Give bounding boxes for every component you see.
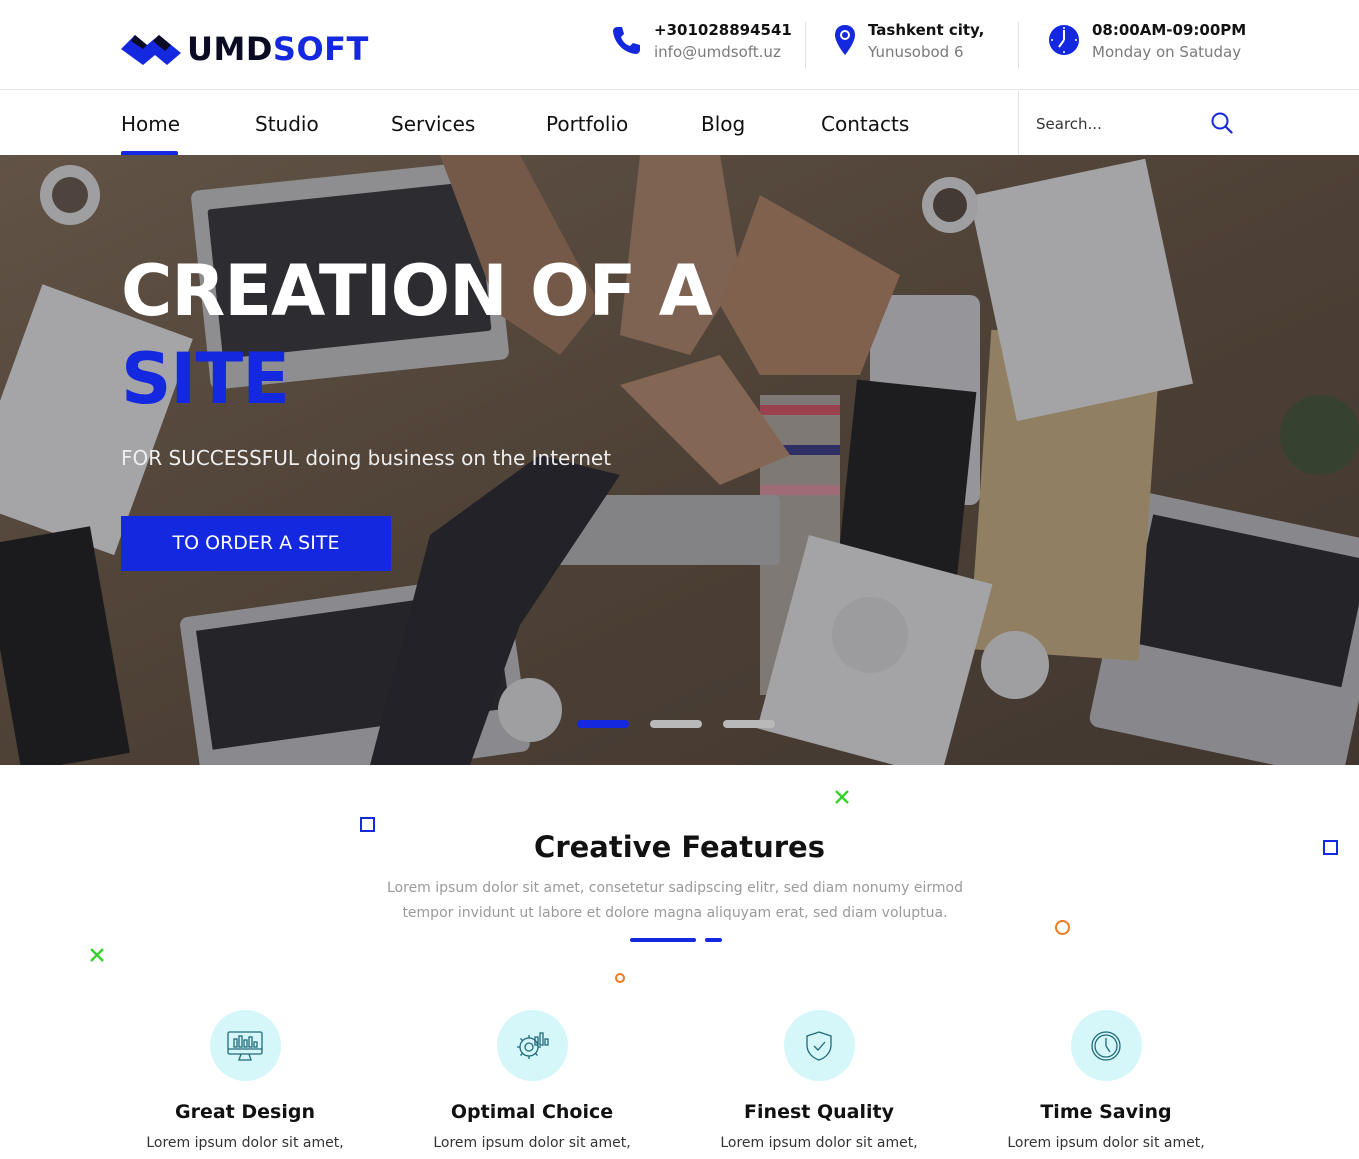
working-days: Monday on Satuday xyxy=(1092,43,1242,61)
decor-cross-icon xyxy=(835,790,849,804)
logo-text: UMDSOFT xyxy=(187,30,369,68)
feature-text: Lorem ipsum dolor sit amet, xyxy=(1007,1135,1205,1151)
contact-hours-block: 08:00AM-09:00PM Monday on Satuday xyxy=(1048,20,1246,63)
hero-title-line2: SITE xyxy=(121,338,290,420)
features-description: Lorem ipsum dolor sit amet, consetetur s… xyxy=(387,880,963,921)
clock-icon xyxy=(1048,24,1080,56)
decor-cross-icon xyxy=(90,948,104,962)
monitor-chart-icon xyxy=(209,1010,281,1081)
slider-dot-3[interactable] xyxy=(723,720,775,728)
nav-item-studio[interactable]: Studio xyxy=(255,112,319,136)
logo-mark-icon xyxy=(121,35,181,65)
clock-icon xyxy=(1070,1010,1142,1081)
hero-slider: CREATION OF A SITE FOR SUCCESSFUL doing … xyxy=(0,155,1359,765)
feature-card-finest-quality: Finest Quality Lorem ipsum dolor sit ame… xyxy=(689,1010,949,1159)
feature-text: Lorem ipsum dolor sit amet, xyxy=(146,1135,344,1151)
feature-text: Lorem ipsum dolor sit amet, xyxy=(720,1135,918,1151)
feature-card-great-design: Great Design Lorem ipsum dolor sit amet, xyxy=(115,1010,375,1159)
divider xyxy=(1018,91,1019,155)
hero-title-line1: CREATION OF A xyxy=(121,250,713,332)
feature-title: Time Saving xyxy=(1040,1101,1172,1123)
divider xyxy=(805,22,806,68)
logo[interactable]: UMDSOFT xyxy=(121,30,369,68)
contact-phone-block: +301028894541 info@umdsoft.uz xyxy=(610,20,792,63)
hero-subtitle: FOR SUCCESSFUL doing business on the Int… xyxy=(121,446,612,470)
email-address[interactable]: info@umdsoft.uz xyxy=(654,41,792,63)
title-underline-dot xyxy=(705,938,722,942)
nav-item-blog[interactable]: Blog xyxy=(701,112,745,136)
feature-title: Great Design xyxy=(175,1101,315,1123)
search-icon[interactable] xyxy=(1211,112,1233,139)
decor-circle-icon xyxy=(1055,920,1070,935)
shield-check-icon xyxy=(783,1010,855,1081)
logo-text-part1: UMD xyxy=(187,30,273,68)
feature-title: Finest Quality xyxy=(744,1101,894,1123)
phone-icon xyxy=(610,24,642,56)
main-nav: Home Studio Services Portfolio Blog Cont… xyxy=(0,91,1359,155)
feature-card-optimal-choice: Optimal Choice Lorem ipsum dolor sit ame… xyxy=(402,1010,662,1159)
top-bar: UMDSOFT +301028894541 info@umdsoft.uz Ta… xyxy=(0,0,1359,90)
working-hours: 08:00AM-09:00PM xyxy=(1092,21,1247,39)
nav-item-contacts[interactable]: Contacts xyxy=(821,112,909,136)
features-title: Creative Features xyxy=(534,830,825,864)
nav-item-home[interactable]: Home xyxy=(121,112,180,136)
feature-text: Lorem ipsum dolor sit amet, xyxy=(433,1135,631,1151)
order-site-button[interactable]: TO ORDER A SITE xyxy=(121,516,391,571)
decor-circle-icon xyxy=(615,973,625,983)
divider xyxy=(1018,22,1019,68)
nav-item-services[interactable]: Services xyxy=(391,112,475,136)
logo-text-part2: SOFT xyxy=(272,30,369,68)
title-underline xyxy=(630,938,696,942)
address-city: Tashkent city, xyxy=(868,21,985,39)
slider-dot-2[interactable] xyxy=(650,720,702,728)
location-pin-icon xyxy=(834,24,856,56)
address-street: Yunusobod 6 xyxy=(868,43,964,61)
feature-card-time-saving: Time Saving Lorem ipsum dolor sit amet, xyxy=(976,1010,1236,1159)
search-input[interactable] xyxy=(1036,115,1206,133)
gear-chart-icon xyxy=(496,1010,568,1081)
contact-address-block: Tashkent city, Yunusobod 6 xyxy=(834,20,984,63)
nav-item-portfolio[interactable]: Portfolio xyxy=(546,112,628,136)
feature-title: Optimal Choice xyxy=(450,1101,614,1123)
slider-dots xyxy=(577,720,796,728)
search-box xyxy=(1036,109,1236,139)
slider-dot-1[interactable] xyxy=(577,720,629,728)
phone-number[interactable]: +301028894541 xyxy=(654,20,792,41)
